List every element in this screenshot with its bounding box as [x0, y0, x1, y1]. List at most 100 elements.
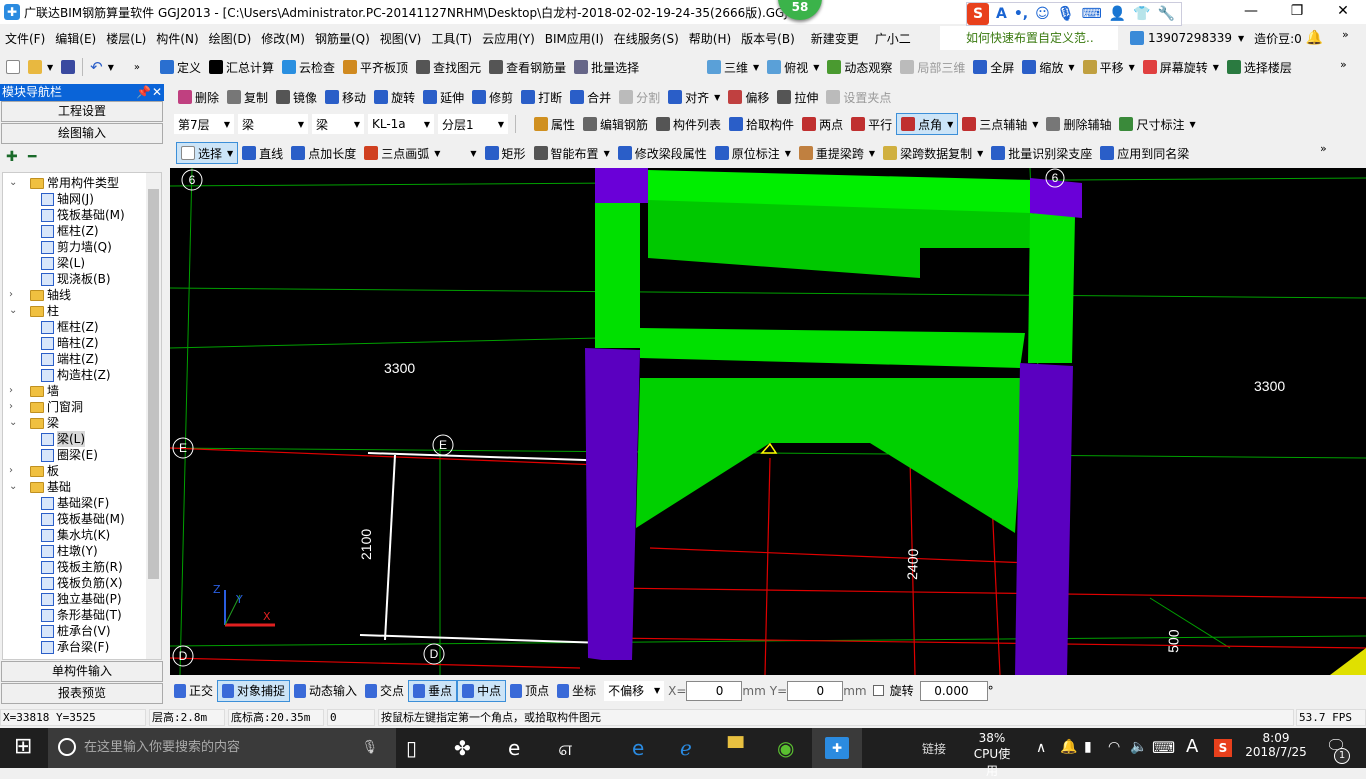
tree-item[interactable]: 梁(L): [41, 255, 85, 271]
toolbar3-button[interactable]: 属性: [530, 113, 579, 135]
wrench-icon[interactable]: 🔧: [1158, 6, 1175, 22]
tree-item[interactable]: 框柱(Z): [41, 319, 99, 335]
toolbar1-button[interactable]: 汇总计算: [205, 56, 278, 78]
menu-item[interactable]: BIM应用(I): [540, 30, 609, 47]
sogou-logo-icon[interactable]: S: [967, 3, 989, 25]
toolbar4-button[interactable]: 矩形: [481, 142, 530, 164]
overflow-icon[interactable]: »: [1342, 28, 1349, 41]
task-view-icon[interactable]: ▯: [406, 736, 417, 760]
menu-item[interactable]: 文件(F): [0, 30, 50, 47]
menu-item[interactable]: 云应用(Y): [477, 30, 540, 47]
tree-folder[interactable]: › 门窗洞: [9, 399, 83, 415]
tree-item[interactable]: 筏板基础(M): [41, 207, 125, 223]
tree-item[interactable]: 轴网(J): [41, 191, 94, 207]
ie-icon[interactable]: e: [508, 736, 520, 760]
toolbar2-button[interactable]: 拉伸: [773, 86, 822, 108]
chevron-down-icon[interactable]: ▼: [753, 63, 759, 72]
menu-item[interactable]: 版本号(B): [736, 30, 800, 47]
tree-folder[interactable]: ⌄ 基础: [9, 479, 71, 495]
menu-item[interactable]: 构件(N): [151, 30, 203, 47]
chevron-down-icon[interactable]: ▼: [1213, 63, 1219, 72]
tree-item[interactable]: 条形基础(T): [41, 607, 122, 623]
chevron-down-icon[interactable]: ▼: [1129, 63, 1135, 72]
toolbar1b-button[interactable]: 动态观察: [823, 56, 896, 78]
tree-item[interactable]: 构造柱(Z): [41, 367, 111, 383]
toolbar2-button[interactable]: 复制: [223, 86, 272, 108]
save-button[interactable]: [57, 56, 79, 78]
tree-item[interactable]: 框柱(Z): [41, 223, 99, 239]
wifi-icon[interactable]: ◠: [1108, 739, 1120, 755]
menu-item[interactable]: 在线服务(S): [609, 30, 684, 47]
toolbar4-button[interactable]: ▼: [444, 142, 480, 164]
mic-icon[interactable]: 🎙: [1057, 6, 1075, 22]
toolbar3-button[interactable]: 编辑钢筋: [579, 113, 652, 135]
chevron-down-icon[interactable]: ▼: [869, 149, 875, 158]
tree-item[interactable]: 柱墩(Y): [41, 543, 98, 559]
toolbar2-button[interactable]: 移动: [321, 86, 370, 108]
chevron-down-icon[interactable]: ⌄: [9, 303, 19, 319]
tree-item[interactable]: 基础梁(F): [41, 495, 109, 511]
toolbar4-button[interactable]: 选择 ▼: [176, 142, 239, 164]
tree-item[interactable]: 端柱(Z): [41, 351, 99, 367]
toolbar1b-button[interactable]: 俯视 ▼: [763, 56, 823, 78]
open-file-button[interactable]: ▼: [24, 56, 57, 78]
account-phone[interactable]: 13907298339: [1148, 31, 1232, 45]
toolbar1-button[interactable]: 云检查: [278, 56, 339, 78]
chevron-down-icon[interactable]: ▼: [813, 63, 819, 72]
skin-icon[interactable]: 👕: [1133, 6, 1150, 22]
toolbar2-button[interactable]: 修剪: [468, 86, 517, 108]
tree-folder[interactable]: › 轴线: [9, 287, 71, 303]
snap-toggle[interactable]: 中点: [457, 679, 507, 702]
drawing-canvas[interactable]: 3300 3300 2100 2400 500 6 E E D D 6 Z Y …: [170, 168, 1366, 675]
menu-item[interactable]: 楼层(L): [101, 30, 151, 47]
user-icon[interactable]: 👤: [1109, 6, 1126, 22]
tree-item[interactable]: 圈梁(E): [41, 447, 98, 463]
chevron-down-icon[interactable]: ▼: [714, 93, 720, 102]
file-explorer-icon[interactable]: ▀: [728, 736, 743, 760]
toolbar4-button[interactable]: 直线: [238, 142, 287, 164]
toolbar2-button[interactable]: 删除: [174, 86, 223, 108]
toolbar1-button[interactable]: 批量选择: [570, 56, 643, 78]
chevron-down-icon[interactable]: ▼: [947, 120, 953, 129]
chevron-right-icon[interactable]: ›: [9, 287, 19, 303]
single-component-input-button[interactable]: 单构件输入: [1, 661, 163, 682]
toolbar3-button[interactable]: 尺寸标注 ▼: [1115, 113, 1199, 135]
snap-toggle[interactable]: 对象捕捉: [217, 679, 291, 702]
ggj-taskbar-button[interactable]: ✚: [812, 728, 862, 768]
floor-select[interactable]: 第7层 ▼: [174, 114, 234, 134]
chevron-down-icon[interactable]: ▼: [1068, 63, 1074, 72]
taskbar-search[interactable]: 在这里输入你要搜索的内容 🎙: [48, 728, 396, 768]
toolbar2-button[interactable]: 合并: [566, 86, 615, 108]
toolbar4-button[interactable]: 修改梁段属性: [614, 142, 711, 164]
toolbar2-button[interactable]: 分割: [615, 86, 664, 108]
snap-toggle[interactable]: 顶点: [506, 680, 553, 702]
toolbar4-button[interactable]: 点加长度: [287, 142, 360, 164]
undo-button[interactable]: ↶ ▼: [86, 56, 118, 78]
toolbar3-button[interactable]: 删除辅轴: [1042, 113, 1115, 135]
component-subtype-select[interactable]: 梁 ▼: [312, 114, 364, 134]
snap-toggle[interactable]: 交点: [361, 680, 408, 702]
edge-icon[interactable]: e: [632, 736, 644, 760]
menu-item[interactable]: 编辑(E): [50, 30, 101, 47]
tree-scrollbar[interactable]: [146, 173, 161, 659]
keyboard-icon[interactable]: ⌨: [1082, 6, 1102, 22]
menu-item[interactable]: 钢筋量(Q): [310, 30, 375, 47]
tree-item[interactable]: 桩承台(V): [41, 623, 111, 639]
chevron-down-icon[interactable]: ▼: [785, 149, 791, 158]
chevron-right-icon[interactable]: ›: [9, 399, 19, 415]
overflow-icon[interactable]: »: [1320, 142, 1327, 155]
toolbar1b-button[interactable]: 平移 ▼: [1079, 56, 1139, 78]
toolbar4-button[interactable]: 重提梁跨 ▼: [795, 142, 879, 164]
tree-folder[interactable]: ⌄ 常用构件类型: [9, 175, 119, 191]
swirl-app-icon[interactable]: ௭: [558, 736, 573, 763]
chevron-down-icon[interactable]: ⌄: [9, 479, 19, 495]
ime-mode[interactable]: A: [996, 6, 1007, 22]
chevron-down-icon[interactable]: ▼: [470, 149, 476, 158]
tree-item[interactable]: 独立基础(P): [41, 591, 122, 607]
new-file-button[interactable]: [2, 56, 24, 78]
toolbar3-button[interactable]: 拾取构件: [725, 113, 798, 135]
chevron-down-icon[interactable]: ▼: [227, 149, 233, 158]
toolbar3-button[interactable]: 点角 ▼: [896, 113, 959, 135]
chevron-right-icon[interactable]: ›: [9, 383, 19, 399]
overflow-icon[interactable]: »: [1340, 58, 1347, 71]
